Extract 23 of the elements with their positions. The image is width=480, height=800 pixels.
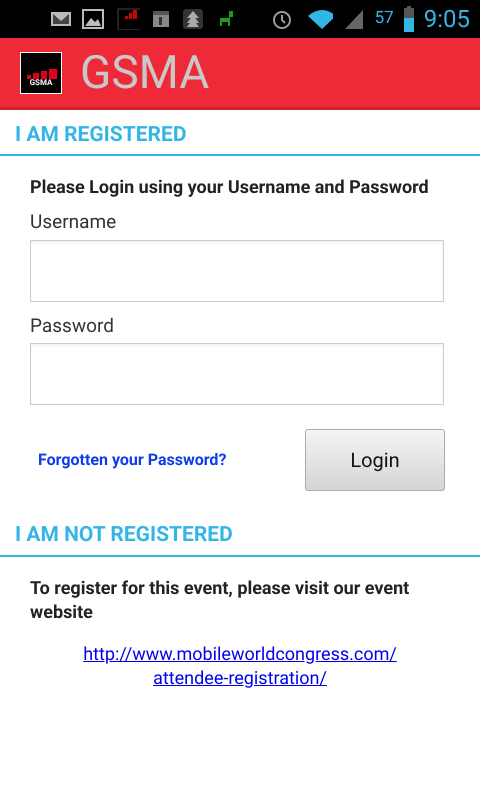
clock-time: 9:05 <box>424 4 470 35</box>
login-instructions: Please Login using your Username and Password <box>30 176 430 200</box>
cell-signal-icon <box>342 8 365 30</box>
section-heading: I AM NOT REGISTERED <box>15 525 233 546</box>
forgot-password-link[interactable]: Forgotten your Password? <box>38 448 226 472</box>
image-icon <box>82 8 104 30</box>
tree-icon <box>182 8 204 30</box>
registration-link[interactable]: http://www.mobileworldcongress.com/ <box>83 643 397 667</box>
battery-icon <box>404 6 414 32</box>
username-field[interactable] <box>30 240 444 302</box>
login-button[interactable]: Login <box>305 429 445 491</box>
alarm-icon <box>270 8 293 30</box>
app-title: GSMA <box>80 50 210 96</box>
section-heading: I AM REGISTERED <box>15 125 186 146</box>
battery-percent: 57 <box>374 7 394 30</box>
username-label: Username <box>30 209 118 235</box>
register-instructions: To register for this event, please visit our event website <box>30 577 410 625</box>
logo-bars-icon <box>25 68 57 78</box>
registration-link[interactable]: attendee-registration/ <box>153 667 327 691</box>
logo-text: GSMA <box>30 78 52 86</box>
password-label: Password <box>30 312 115 338</box>
calendar-icon <box>150 8 172 30</box>
password-field[interactable] <box>30 343 444 405</box>
